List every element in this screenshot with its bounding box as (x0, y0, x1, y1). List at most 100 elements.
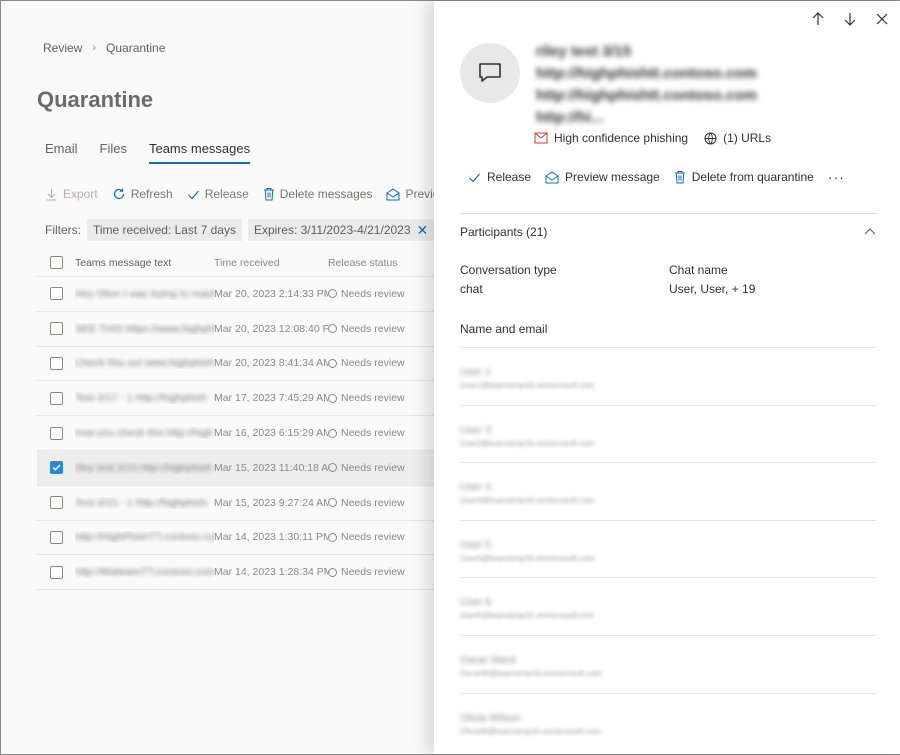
tab-list: Email Files Teams messages (45, 141, 251, 164)
table-row[interactable]: SEE THIS https://www.highphish Mar 20, 20… (37, 312, 441, 347)
status-circle-icon (328, 393, 337, 403)
chevron-right-icon: › (92, 42, 97, 54)
tab-files[interactable]: Files (100, 141, 127, 164)
row-checkbox[interactable] (49, 322, 63, 336)
release-status-label: Needs review (341, 392, 405, 405)
breadcrumb-review-link[interactable]: Review (43, 41, 82, 55)
chevron-up-icon[interactable] (863, 225, 877, 242)
delete-messages-button[interactable]: Delete messages (263, 187, 373, 201)
participant-email: User6@teamstmp16.onmicrosoft.com (460, 611, 595, 621)
row-checkbox[interactable] (49, 496, 63, 510)
filter-chip-expires-label: Expires: 3/11/2023-4/21/2023 (253, 223, 411, 237)
envelope-warning-icon (534, 132, 548, 144)
status-circle-icon (328, 498, 337, 508)
arrow-down-icon[interactable] (842, 11, 858, 30)
column-header-status[interactable]: Release status (328, 257, 428, 269)
close-icon[interactable]: ✕ (417, 223, 429, 237)
time-received: Mar 16, 2023 6:15:29 AM (214, 427, 328, 440)
message-text: Check this out www.highphish (75, 357, 214, 370)
message-details-flyout: riley test 3/15 http://highphishtt.conto… (434, 1, 900, 754)
message-text: Hey Olive I was trying to reach (75, 287, 214, 300)
filter-bar: Filters: Time received: Last 7 days Expi… (45, 219, 435, 241)
page-title: Quarantine (37, 87, 154, 112)
threat-label: High confidence phishing (554, 131, 689, 145)
row-checkbox[interactable] (49, 565, 63, 579)
table-row[interactable]: Test 3/17 - 1 http://highphish Mar 17, 20… (37, 381, 441, 417)
message-subject: riley test 3/15 http://highphishtt.conto… (536, 43, 757, 126)
flyout-preview-button[interactable]: Preview message (545, 170, 660, 184)
release-button[interactable]: Release (187, 187, 249, 201)
filter-chip-time-received[interactable]: Time received: Last 7 days (87, 219, 242, 241)
flyout-delete-button[interactable]: Delete from quarantine (674, 170, 814, 184)
select-all-checkbox[interactable] (49, 256, 63, 269)
tab-teams-messages[interactable]: Teams messages (148, 141, 251, 164)
row-checkbox[interactable] (49, 426, 63, 440)
time-received: Mar 15, 2023 11:40:18 AM (214, 461, 328, 474)
row-checkbox[interactable] (49, 461, 63, 475)
row-checkbox[interactable] (49, 391, 63, 405)
filters-label: Filters: (45, 223, 81, 237)
participant-name: User 6 (460, 596, 491, 609)
filter-chip-expires[interactable]: Expires: 3/11/2023-4/21/2023 ✕ (247, 219, 435, 241)
table-body: Hey Olive I was trying to reach Mar 20, 2… (37, 277, 441, 591)
trash-icon (674, 171, 685, 184)
delete-messages-label: Delete messages (279, 187, 373, 201)
download-icon (46, 188, 57, 201)
release-status: Needs review (328, 323, 428, 335)
table-row[interactable]: Check this out www.highphish Mar 20, 2023… (37, 347, 441, 382)
more-options-icon[interactable]: ··· (828, 169, 845, 185)
message-meta: High confidence phishing (1) URLs (534, 131, 771, 145)
message-text: Test 3/17 - 1 http://highphish (75, 392, 207, 405)
conversation-type-value: chat (460, 282, 483, 296)
message-text: http://MalwareTT.contoso.com (75, 566, 214, 579)
row-checkbox[interactable] (49, 356, 63, 370)
table-row[interactable]: Hey Olive I was trying to reach Mar 20, 2… (37, 277, 441, 312)
column-header-time[interactable]: Time received (214, 257, 328, 269)
close-icon[interactable] (874, 11, 890, 30)
row-checkbox[interactable] (49, 287, 63, 301)
trash-icon (263, 188, 274, 201)
participant-name: User 4 (460, 481, 491, 494)
urls-label: (1) URLs (723, 131, 772, 145)
breadcrumb: Review › Quarantine (43, 41, 165, 55)
teams-messages-table: Teams message text Time received Release… (37, 249, 441, 591)
message-text: http://HighPhishTT.contoso.com (75, 531, 214, 544)
release-status-label: Needs review (341, 357, 405, 370)
tab-email[interactable]: Email (45, 141, 78, 164)
participants-header: Participants (21) (460, 225, 548, 239)
export-button[interactable]: Export (45, 187, 98, 201)
refresh-button[interactable]: Refresh (112, 187, 173, 201)
participants-section-header[interactable]: Participants (21) (460, 225, 877, 242)
avatar (460, 43, 520, 103)
table-row[interactable]: http://MalwareTT.contoso.com Mar 14, 2023… (37, 555, 441, 591)
release-status-label: Needs review (341, 566, 405, 579)
globe-icon (704, 132, 717, 144)
flyout-preview-label: Preview message (565, 170, 660, 184)
release-status-label: Needs review (341, 496, 405, 509)
status-circle-icon (328, 289, 337, 299)
table-row[interactable]: Test 3/15 - 1 http://highphish Mar 15, 20… (37, 486, 441, 521)
table-row[interactable]: riley test 3/15 http://highphish Mar 15, … (37, 450, 441, 486)
release-label: Release (204, 187, 249, 201)
participant-email: OliviaW@teamstmp16.onmicrosoft.com (460, 726, 601, 736)
participant-item: User 6 User6@teamstmp16.onmicrosoft.com (460, 577, 877, 635)
flyout-release-button[interactable]: Release (468, 170, 531, 184)
envelope-open-icon (386, 187, 400, 200)
participant-email: User3@teamstmp16.onmicrosoft.com (460, 438, 595, 448)
flyout-delete-label: Delete from quarantine (691, 170, 814, 184)
release-status: Needs review (328, 357, 428, 369)
participant-item: User 3 User3@teamstmp16.onmicrosoft.com (460, 404, 877, 463)
status-circle-icon (328, 358, 337, 368)
column-header-text[interactable]: Teams message text (75, 257, 214, 269)
participant-name: Olivia Wilson (460, 711, 521, 724)
participant-name: User 5 (460, 538, 491, 551)
table-row[interactable]: http://HighPhishTT.contoso.com Mar 14, 20… (37, 521, 441, 556)
row-checkbox[interactable] (49, 530, 63, 544)
command-bar: Export Refresh Release Delete messages P… (45, 187, 441, 201)
status-circle-icon (328, 463, 337, 473)
refresh-icon (113, 188, 124, 200)
preview-message-button[interactable]: Preview message (386, 187, 441, 201)
table-row[interactable]: now you check this http://high Mar 16, 20… (37, 416, 441, 451)
arrow-up-icon[interactable] (810, 11, 826, 30)
release-status-label: Needs review (341, 287, 405, 300)
